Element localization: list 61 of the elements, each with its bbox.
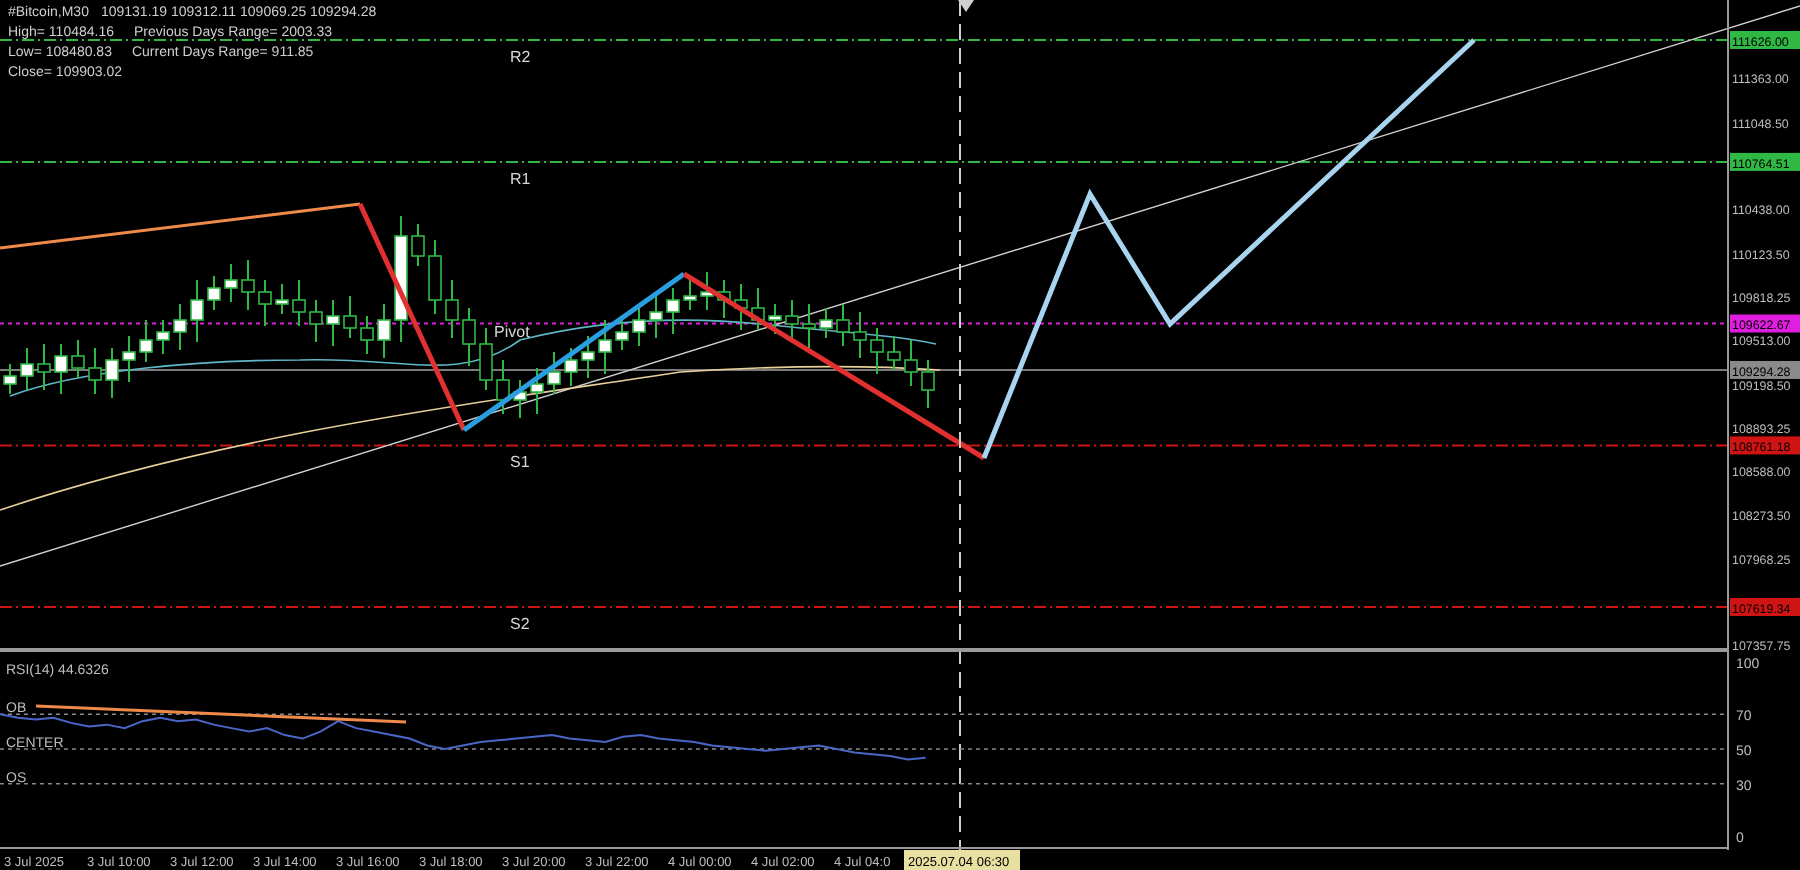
- candlestick: [411, 223, 425, 267]
- candlestick: [343, 295, 357, 339]
- candlestick: [768, 303, 782, 335]
- candlestick: [207, 275, 221, 311]
- level-label: R2: [510, 48, 531, 66]
- candlestick: [717, 279, 731, 319]
- candlestick: [836, 303, 850, 347]
- candlestick: [564, 347, 578, 387]
- candlestick: [819, 307, 833, 339]
- candlestick: [377, 303, 391, 359]
- candlestick: [751, 287, 765, 331]
- candlestick: [54, 343, 68, 395]
- candlestick: [139, 319, 153, 363]
- candlestick: [360, 315, 374, 355]
- candlestick: [292, 279, 306, 327]
- candlestick: [88, 347, 102, 395]
- candlestick: [190, 279, 204, 343]
- candlestick: [870, 327, 884, 375]
- candlestick: [241, 259, 255, 311]
- level-label: S1: [510, 453, 530, 472]
- candlestick: [547, 351, 561, 395]
- candlestick: [3, 363, 17, 395]
- candlestick: [615, 319, 629, 351]
- candlestick: [479, 327, 493, 391]
- level-label: Pivot: [494, 323, 530, 342]
- candlestick: [802, 303, 816, 351]
- candlestick: [683, 279, 697, 311]
- candlestick: [71, 339, 85, 379]
- candlestick: [122, 335, 136, 383]
- candlestick: [258, 279, 272, 327]
- candlestick: [598, 319, 612, 375]
- level-label: S2: [510, 615, 530, 633]
- candlestick: [666, 287, 680, 335]
- candlestick: [173, 303, 187, 351]
- candlestick: [445, 279, 459, 339]
- candlestick: [904, 339, 918, 387]
- candlestick: [734, 283, 748, 331]
- candlestick: [394, 215, 408, 343]
- candlestick: [887, 335, 901, 371]
- level-label: R1: [510, 169, 531, 188]
- candlestick: [649, 291, 663, 339]
- candlestick: [224, 263, 238, 303]
- candlestick: [326, 299, 340, 347]
- candlestick: [428, 239, 442, 315]
- candlestick: [530, 367, 544, 415]
- candlestick: [37, 343, 51, 391]
- candlestick: [700, 271, 714, 311]
- candlestick: [853, 311, 867, 359]
- candlestick: [462, 307, 476, 367]
- candlestick: [105, 347, 119, 399]
- candlestick: [921, 359, 935, 409]
- candlestick: [581, 335, 595, 379]
- candlestick: [309, 299, 323, 343]
- cursor-marker-icon: [958, 0, 974, 12]
- candlestick: [785, 299, 799, 343]
- candlestick: [156, 319, 170, 355]
- candlestick: [20, 347, 34, 391]
- candlestick: [632, 303, 646, 347]
- candlestick: [275, 283, 289, 315]
- candlestick: [496, 359, 510, 415]
- candlestick: [513, 379, 527, 419]
